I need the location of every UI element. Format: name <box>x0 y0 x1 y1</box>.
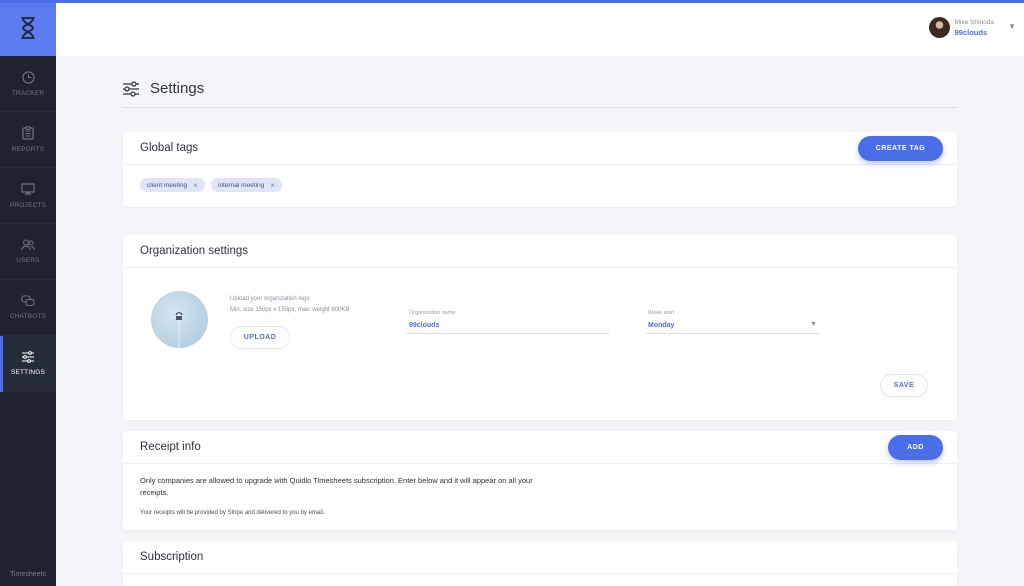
sidebar-item-chatbots[interactable]: CHATBOTS <box>0 280 56 336</box>
sidebar-item-projects[interactable]: PROJECTS <box>0 168 56 224</box>
add-button[interactable]: ADD <box>888 435 943 460</box>
tag-label: internal meeting <box>218 181 265 189</box>
tag-chip[interactable]: internal meeting × <box>211 178 282 192</box>
close-icon[interactable]: × <box>270 181 275 190</box>
page-header: Settings <box>122 80 204 97</box>
users-icon <box>21 239 35 251</box>
sliders-icon <box>22 351 34 363</box>
week-start-label: Week start <box>648 310 675 316</box>
chevron-down-icon[interactable]: ▼ <box>810 321 817 328</box>
week-start-select[interactable]: Monday <box>648 322 674 329</box>
user-menu[interactable]: Mike Shinoda 99clouds ▼ <box>928 17 1016 38</box>
sidebar: TRACKER REPORTS PROJECTS USERS CHATBOTS … <box>0 0 56 586</box>
avatar <box>928 17 950 38</box>
card-title: Organization settings <box>140 245 249 257</box>
receipt-description: Only companies are allowed to upgrade wi… <box>140 476 533 497</box>
sidebar-item-tracker[interactable]: TRACKER <box>0 56 56 112</box>
card-title: Receipt info <box>140 441 201 453</box>
top-accent-line <box>0 0 1024 3</box>
top-header: Mike Shinoda 99clouds ▼ <box>56 3 1024 56</box>
divider <box>122 107 957 108</box>
app-logo[interactable] <box>0 0 56 56</box>
input-underline <box>406 333 609 334</box>
select-underline <box>646 333 819 334</box>
user-name: Mike Shinoda <box>954 18 994 26</box>
sidebar-item-label: TRACKER <box>11 89 45 97</box>
chat-icon <box>21 295 35 307</box>
save-button[interactable]: SAVE <box>880 374 928 397</box>
sidebar-item-label: PROJECTS <box>9 201 47 209</box>
sidebar-item-settings[interactable]: SETTINGS <box>0 336 56 392</box>
subscription-card: Subscription <box>123 541 957 586</box>
card-title: Subscription <box>140 551 204 563</box>
card-title: Global tags <box>140 142 199 154</box>
sidebar-item-reports[interactable]: REPORTS <box>0 112 56 168</box>
sliders-icon <box>123 80 139 97</box>
sidebar-item-label: SETTINGS <box>10 369 46 376</box>
sidebar-item-label: CHATBOTS <box>9 313 47 320</box>
upload-hint: Upload your organization logo <box>230 296 310 302</box>
organization-logo <box>151 291 208 348</box>
chevron-down-icon[interactable]: ▼ <box>1008 22 1016 31</box>
footer-brand: Timesheets <box>10 571 46 578</box>
close-icon[interactable]: × <box>193 181 198 190</box>
tag-chip[interactable]: client meeting × <box>140 178 205 192</box>
clock-icon <box>21 70 35 84</box>
upload-button[interactable]: UPLOAD <box>230 326 290 349</box>
global-tags-card: Global tags CREATE TAG <box>123 132 957 207</box>
sidebar-item-label: REPORTS <box>11 146 45 153</box>
page-title: Settings <box>150 80 205 97</box>
organization-name-label: Organization name <box>409 310 456 316</box>
logo-image <box>175 311 183 348</box>
create-tag-button[interactable]: CREATE TAG <box>858 136 943 161</box>
presentation-icon <box>21 182 35 195</box>
upload-limits-hint: Min. size 150px x 150px, max. weight 800… <box>230 307 350 313</box>
sidebar-item-label: USERS <box>16 257 40 264</box>
tag-label: client meeting <box>147 181 188 189</box>
receipt-note: Your receipts will be provided by Stripe… <box>140 510 325 516</box>
organization-name-input[interactable]: 99clouds <box>409 322 439 329</box>
sidebar-item-users[interactable]: USERS <box>0 224 56 280</box>
user-organization: 99clouds <box>954 27 988 37</box>
hourglass-icon <box>21 17 35 39</box>
clipboard-icon <box>22 126 34 140</box>
